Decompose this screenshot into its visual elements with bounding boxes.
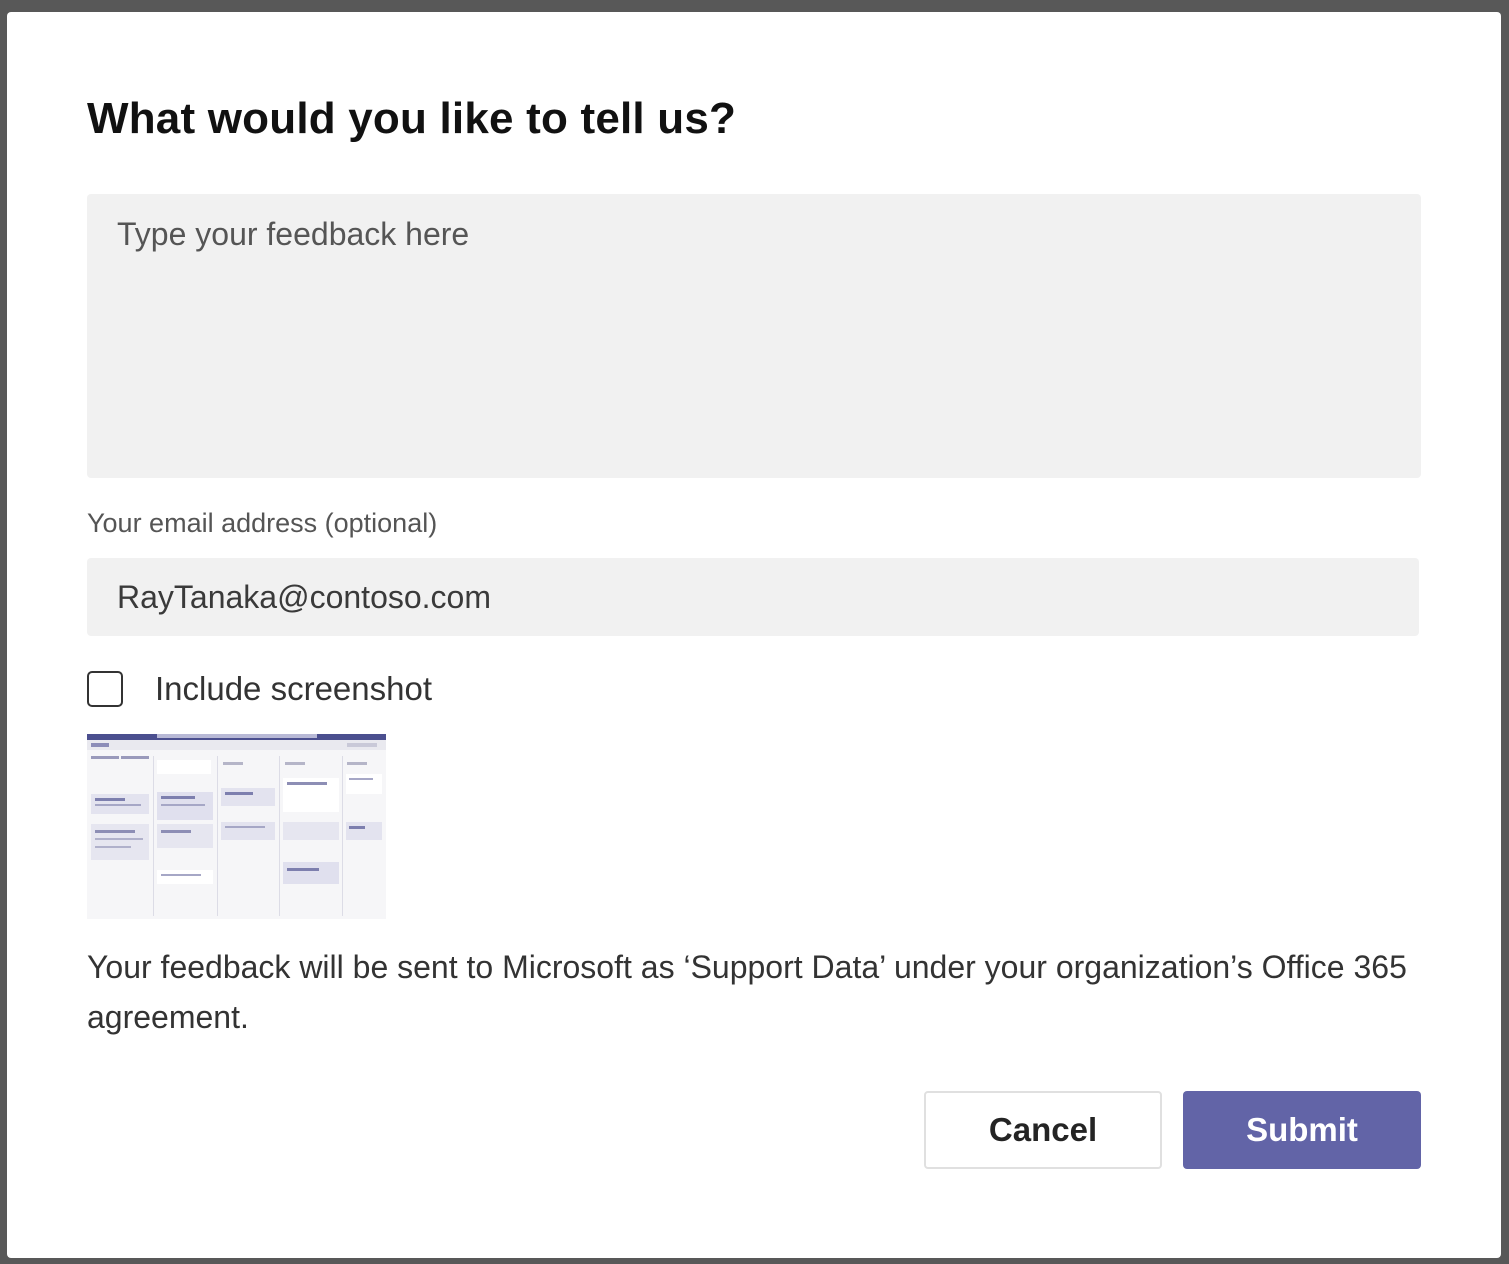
- feedback-textarea[interactable]: [87, 194, 1421, 478]
- dialog-title: What would you like to tell us?: [87, 94, 737, 143]
- include-screenshot-checkbox[interactable]: [87, 671, 123, 707]
- include-screenshot-label: Include screenshot: [155, 670, 433, 707]
- submit-button[interactable]: Submit: [1183, 1091, 1421, 1169]
- email-label: Your email address (optional): [87, 508, 438, 538]
- cancel-button[interactable]: Cancel: [924, 1091, 1162, 1169]
- email-field[interactable]: [87, 558, 1419, 636]
- support-data-notice: Your feedback will be sent to Microsoft …: [87, 949, 1407, 1035]
- feedback-dialog: What would you like to tell us? Your ema…: [7, 12, 1501, 1258]
- include-screenshot-row[interactable]: Include screenshot: [87, 667, 432, 711]
- screenshot-thumbnail: [87, 734, 386, 919]
